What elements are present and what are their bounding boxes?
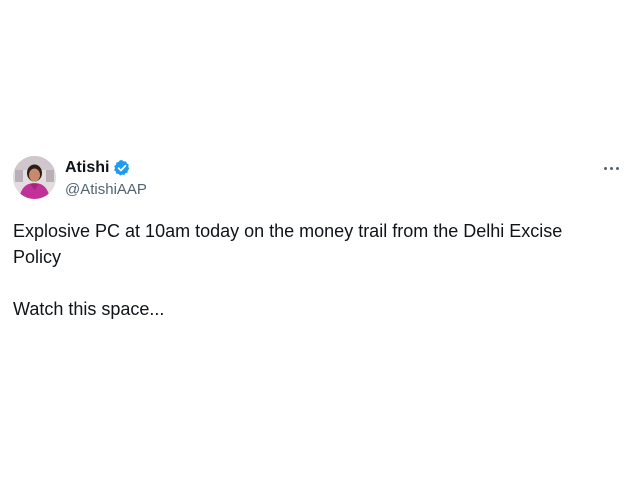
- verified-badge-icon: [113, 159, 131, 177]
- tweet-text-line: Watch this space...: [13, 299, 165, 319]
- tweet-text-line: Explosive PC at 10am today on the money …: [13, 221, 563, 267]
- avatar[interactable]: [13, 156, 56, 199]
- author-handle[interactable]: @AtishiAAP: [65, 180, 147, 200]
- tweet-card: Atishi @AtishiAAP Explosive PC at 10am t…: [0, 0, 640, 480]
- author-name-row: Atishi: [65, 158, 131, 178]
- tweet-text: Explosive PC at 10am today on the money …: [13, 218, 613, 322]
- profile-photo-icon: [13, 156, 56, 199]
- more-options-icon[interactable]: [600, 158, 622, 178]
- display-name[interactable]: Atishi: [65, 158, 109, 178]
